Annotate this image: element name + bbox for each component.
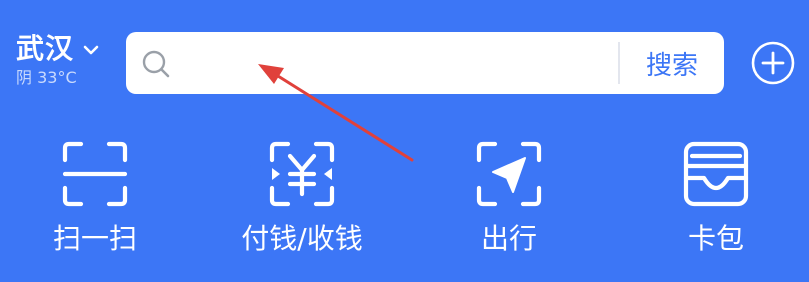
search-button[interactable]: 搜索	[620, 32, 724, 94]
scan-icon	[62, 141, 128, 207]
card-wallet-icon	[683, 141, 749, 207]
action-card-wallet[interactable]: 卡包	[641, 138, 791, 256]
pay-receive-icon	[269, 141, 335, 207]
action-label-card-wallet: 卡包	[687, 222, 744, 255]
search-icon	[142, 50, 170, 78]
top-banner: 武汉 阴 33°C 搜索 扫一扫 付钱/收钱 出行 卡包	[0, 0, 809, 282]
search-bar: 搜索	[126, 32, 730, 94]
chevron-down-icon	[83, 45, 99, 55]
action-label-travel: 出行	[480, 222, 537, 255]
weather-info: 阴 33°C	[16, 68, 77, 87]
action-pay-receive[interactable]: 付钱/收钱	[227, 138, 377, 256]
action-scan[interactable]: 扫一扫	[20, 138, 170, 256]
add-button[interactable]	[750, 40, 796, 86]
action-travel[interactable]: 出行	[434, 138, 584, 256]
city-row: 武汉	[16, 34, 100, 64]
travel-icon	[476, 141, 542, 207]
location-selector[interactable]: 武汉 阴 33°C	[16, 34, 100, 88]
city-name: 武汉	[16, 32, 75, 65]
action-label-pay-receive: 付钱/收钱	[241, 222, 363, 255]
action-label-scan: 扫一扫	[52, 222, 137, 255]
